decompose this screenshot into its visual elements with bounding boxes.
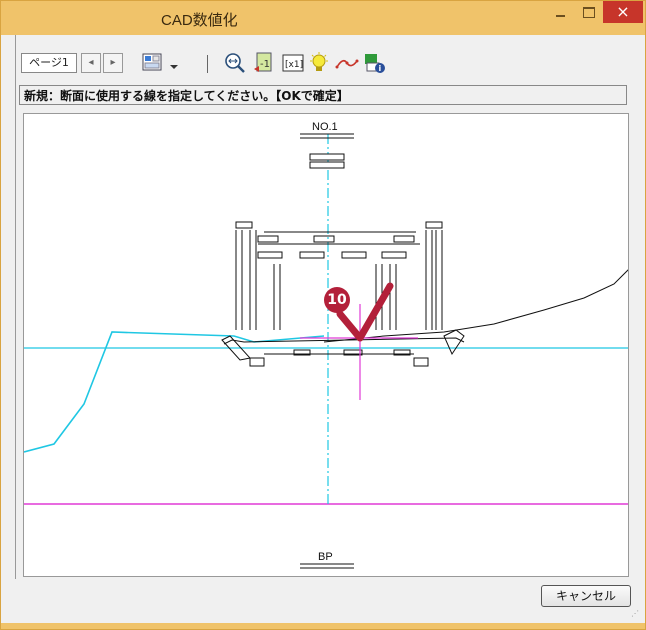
cancel-button[interactable]: キャンセル bbox=[541, 585, 631, 607]
bottom-border bbox=[1, 623, 645, 629]
title-bar[interactable]: CAD数値化 × bbox=[1, 1, 645, 35]
maximize-button[interactable] bbox=[575, 1, 603, 23]
page-back-icon[interactable]: -1 bbox=[251, 51, 275, 75]
toolbar-separator bbox=[207, 55, 208, 73]
resize-grip-icon[interactable]: ⋰ bbox=[631, 609, 641, 619]
scale-x1-icon[interactable]: [x1] bbox=[281, 51, 305, 75]
cad-digitize-window: CAD数値化 × ページ1 ◂ ▸ -1 [x1] i 新規：断面に使用する線を… bbox=[0, 0, 646, 630]
window-title: CAD数値化 bbox=[161, 12, 238, 29]
svg-text:-1: -1 bbox=[260, 59, 270, 70]
curve-icon[interactable] bbox=[335, 51, 359, 75]
page-tab[interactable]: ページ1 bbox=[21, 53, 77, 73]
layout-icon[interactable] bbox=[141, 51, 165, 75]
zoom-icon[interactable] bbox=[223, 51, 247, 75]
close-button[interactable]: × bbox=[603, 1, 643, 23]
drawing-canvas[interactable]: NO.1 BP 10 bbox=[23, 113, 629, 577]
toolbar: ページ1 ◂ ▸ -1 [x1] i bbox=[19, 47, 629, 85]
ground-profile-black bbox=[323, 269, 628, 343]
dropdown-icon[interactable] bbox=[167, 51, 181, 75]
svg-text:[x1]: [x1] bbox=[285, 60, 303, 70]
next-page-button[interactable]: ▸ bbox=[103, 53, 123, 73]
bulb-icon[interactable] bbox=[307, 51, 331, 75]
minimize-button[interactable] bbox=[547, 1, 575, 23]
prev-page-button[interactable]: ◂ bbox=[81, 53, 101, 73]
top-label: NO.1 bbox=[312, 121, 338, 133]
info-icon[interactable]: i bbox=[363, 51, 387, 75]
bottom-label: BP bbox=[318, 551, 333, 563]
svg-text:i: i bbox=[379, 64, 382, 73]
status-message: 新規：断面に使用する線を指定してください。【OKで確定】 bbox=[19, 85, 627, 105]
step-marker-number: 10 bbox=[327, 292, 347, 308]
left-panel-edge bbox=[1, 35, 16, 579]
ground-profile-cyan bbox=[24, 331, 325, 453]
